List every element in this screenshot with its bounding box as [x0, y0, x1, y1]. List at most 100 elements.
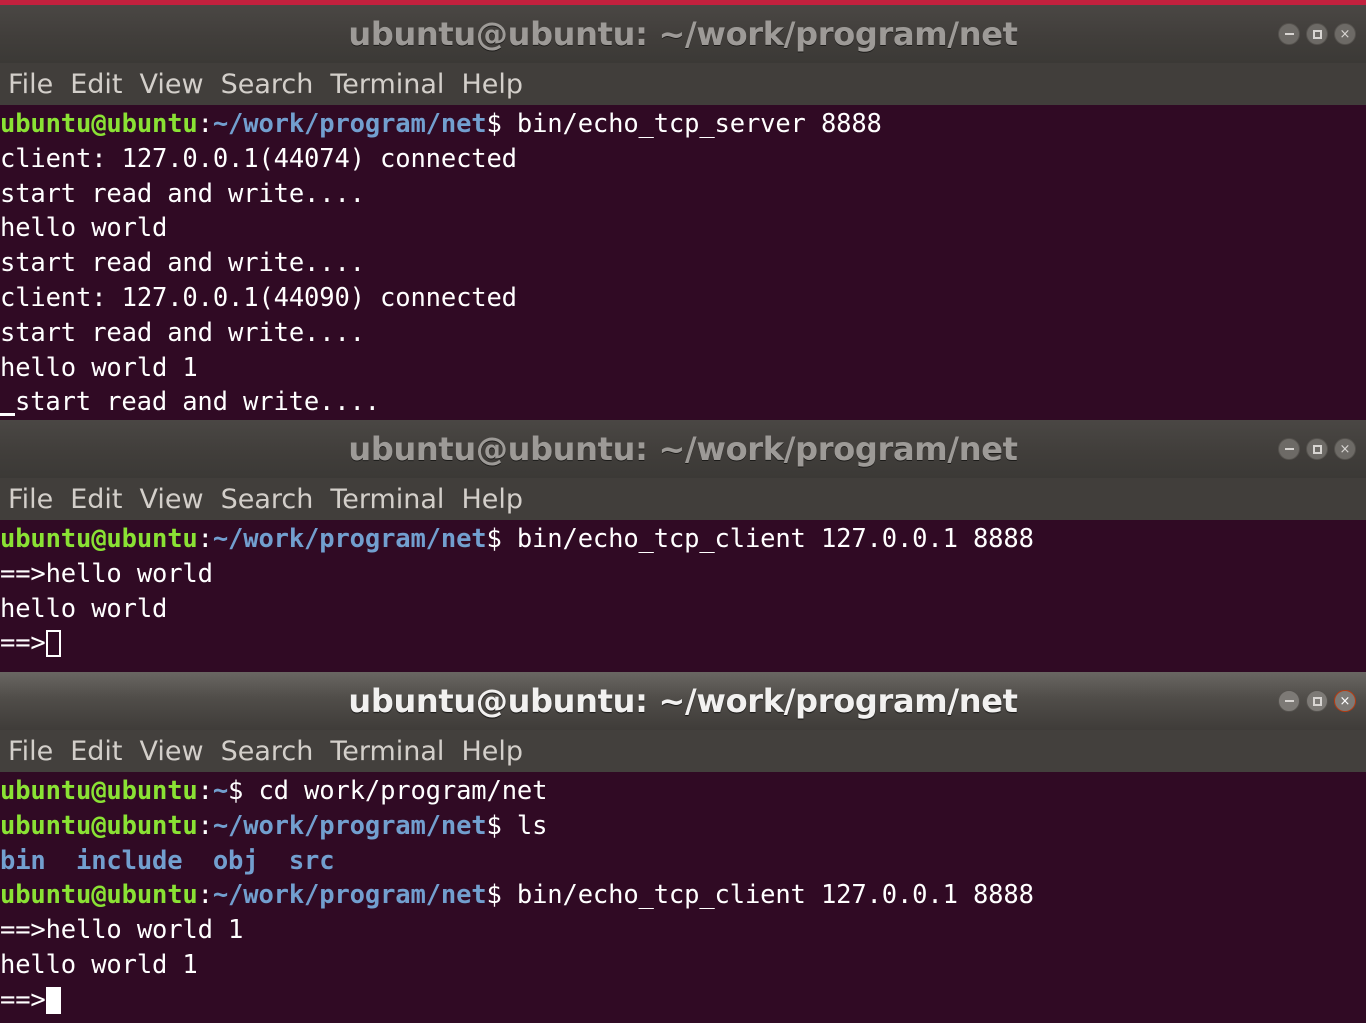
- menu-search[interactable]: Search: [221, 486, 314, 513]
- terminal-text-plain: client: 127.0.0.1(44074) connected: [0, 143, 517, 174]
- terminal-text-user: ubuntu@ubuntu: [0, 109, 198, 139]
- terminal-line: hello world: [0, 592, 1366, 627]
- menu-help[interactable]: Help: [461, 71, 523, 98]
- terminal-line: ==>hello world 1: [0, 913, 1366, 948]
- terminal-text-path: ~/work/program/net: [212, 810, 487, 841]
- titlebar-2[interactable]: ubuntu@ubuntu: ~/work/program/net ×: [0, 420, 1366, 478]
- minimize-icon[interactable]: [1278, 23, 1300, 45]
- terminal-output-1[interactable]: ubuntu@ubuntu:~/work/program/net$ bin/ec…: [0, 105, 1366, 420]
- menu-help[interactable]: Help: [461, 738, 523, 765]
- terminal-text-plain: :: [197, 880, 213, 911]
- window-title-2: ubuntu@ubuntu: ~/work/program/net: [348, 430, 1018, 468]
- menu-edit[interactable]: Edit: [70, 71, 122, 98]
- terminal-line: hello world 1: [0, 948, 1366, 983]
- minimize-icon[interactable]: [1278, 438, 1300, 460]
- terminal-cursor: [45, 630, 61, 658]
- terminal-line: client: 127.0.0.1(44090) connected: [0, 281, 1366, 316]
- menu-file[interactable]: File: [8, 486, 53, 513]
- menu-view[interactable]: View: [139, 738, 203, 765]
- terminal-text-user: ubuntu@ubuntu: [0, 524, 198, 554]
- terminal-line: bin include obj src: [0, 844, 1366, 879]
- terminal-text-plain: $ ls: [486, 810, 548, 841]
- terminal-cursor: [0, 389, 15, 417]
- terminal-text-user: ubuntu@ubuntu: [0, 810, 198, 841]
- terminal-text-plain: $ cd work/program/net: [228, 776, 548, 806]
- terminal-text-plain: ==>hello world 1: [0, 915, 244, 946]
- window-controls-1: ×: [1278, 23, 1356, 45]
- terminal-text-plain: hello world: [0, 593, 168, 624]
- terminal-line: start read and write....: [0, 385, 1366, 420]
- terminal-text-plain: ==>hello world: [0, 558, 213, 589]
- terminal-line: ubuntu@ubuntu:~/work/program/net$ bin/ec…: [0, 522, 1366, 557]
- terminal-text-dir: bin include obj src: [0, 845, 335, 876]
- menu-file[interactable]: File: [8, 738, 53, 765]
- terminal-text-path: ~/work/program/net: [212, 109, 487, 139]
- terminal-text-path: ~/work/program/net: [212, 880, 487, 911]
- minimize-icon[interactable]: [1278, 690, 1300, 712]
- menu-file[interactable]: File: [8, 71, 53, 98]
- terminal-text-plain: start read and write....: [15, 387, 380, 418]
- terminal-text-plain: hello world 1: [0, 352, 198, 383]
- terminal-text-plain: :: [197, 109, 213, 139]
- menu-search[interactable]: Search: [221, 71, 314, 98]
- terminal-text-plain: $ bin/echo_tcp_client 127.0.0.1 8888: [486, 880, 1034, 911]
- menubar-1: File Edit View Search Terminal Help: [0, 63, 1366, 105]
- terminal-line: start read and write....: [0, 246, 1366, 281]
- menu-view[interactable]: View: [139, 71, 203, 98]
- close-icon[interactable]: ×: [1334, 438, 1356, 460]
- terminal-text-plain: :: [197, 810, 213, 841]
- terminal-text-plain: start read and write....: [0, 248, 365, 279]
- screen-top-accent-strip: [0, 0, 1366, 5]
- menu-terminal[interactable]: Terminal: [330, 486, 444, 513]
- window-controls-3: ×: [1278, 690, 1356, 712]
- menu-help[interactable]: Help: [461, 486, 523, 513]
- terminal-line: ==>: [0, 626, 1366, 661]
- maximize-icon[interactable]: [1306, 438, 1328, 460]
- menubar-3: File Edit View Search Terminal Help: [0, 730, 1366, 772]
- menu-edit[interactable]: Edit: [70, 486, 122, 513]
- terminal-text-plain: :: [197, 776, 213, 806]
- terminal-output-2[interactable]: ubuntu@ubuntu:~/work/program/net$ bin/ec…: [0, 520, 1366, 672]
- terminal-line: hello world: [0, 211, 1366, 246]
- terminal-text-user: ubuntu@ubuntu: [0, 776, 198, 806]
- terminal-line: ==>hello world: [0, 557, 1366, 592]
- terminal-text-path: ~: [212, 776, 229, 806]
- terminal-window-3[interactable]: ubuntu@ubuntu: ~/work/program/net × File…: [0, 672, 1366, 1023]
- terminal-text-plain: $ bin/echo_tcp_client 127.0.0.1 8888: [486, 524, 1034, 554]
- terminal-line: start read and write....: [0, 177, 1366, 212]
- terminal-cursor: [45, 986, 61, 1014]
- maximize-icon[interactable]: [1306, 23, 1328, 45]
- terminal-line: hello world 1: [0, 351, 1366, 386]
- terminal-text-plain: ==>: [0, 628, 46, 659]
- close-icon[interactable]: ×: [1334, 23, 1356, 45]
- terminal-line: start read and write....: [0, 316, 1366, 351]
- terminal-line: ubuntu@ubuntu:~/work/program/net$ bin/ec…: [0, 878, 1366, 913]
- terminal-text-plain: :: [197, 524, 213, 554]
- terminal-line: ==>: [0, 983, 1366, 1018]
- menu-view[interactable]: View: [139, 486, 203, 513]
- window-title-1: ubuntu@ubuntu: ~/work/program/net: [348, 15, 1018, 53]
- menu-edit[interactable]: Edit: [70, 738, 122, 765]
- desktop: ubuntu@ubuntu: ~/work/program/net × File…: [0, 0, 1366, 1023]
- terminal-text-plain: $ bin/echo_tcp_server 8888: [486, 109, 882, 139]
- terminal-text-plain: hello world 1: [0, 949, 198, 980]
- titlebar-3[interactable]: ubuntu@ubuntu: ~/work/program/net ×: [0, 672, 1366, 730]
- terminal-output-3[interactable]: ubuntu@ubuntu:~$ cd work/program/net ubun…: [0, 772, 1366, 1023]
- terminal-line: ubuntu@ubuntu:~/work/program/net$ ls: [0, 809, 1366, 844]
- close-icon[interactable]: ×: [1334, 690, 1356, 712]
- window-title-3: ubuntu@ubuntu: ~/work/program/net: [348, 682, 1018, 720]
- maximize-icon[interactable]: [1306, 690, 1328, 712]
- terminal-window-1[interactable]: ubuntu@ubuntu: ~/work/program/net × File…: [0, 5, 1366, 420]
- terminal-text-path: ~/work/program/net: [212, 524, 487, 554]
- menu-terminal[interactable]: Terminal: [330, 71, 444, 98]
- titlebar-1[interactable]: ubuntu@ubuntu: ~/work/program/net ×: [0, 5, 1366, 63]
- terminal-line: ubuntu@ubuntu:~$ cd work/program/net: [0, 774, 1366, 809]
- terminal-text-plain: start read and write....: [0, 317, 365, 348]
- terminal-text-plain: hello world: [0, 213, 168, 244]
- menu-search[interactable]: Search: [221, 738, 314, 765]
- menu-terminal[interactable]: Terminal: [330, 738, 444, 765]
- terminal-line: client: 127.0.0.1(44074) connected: [0, 142, 1366, 177]
- menubar-2: File Edit View Search Terminal Help: [0, 478, 1366, 520]
- terminal-window-2[interactable]: ubuntu@ubuntu: ~/work/program/net × File…: [0, 420, 1366, 672]
- terminal-text-plain: ==>: [0, 984, 46, 1015]
